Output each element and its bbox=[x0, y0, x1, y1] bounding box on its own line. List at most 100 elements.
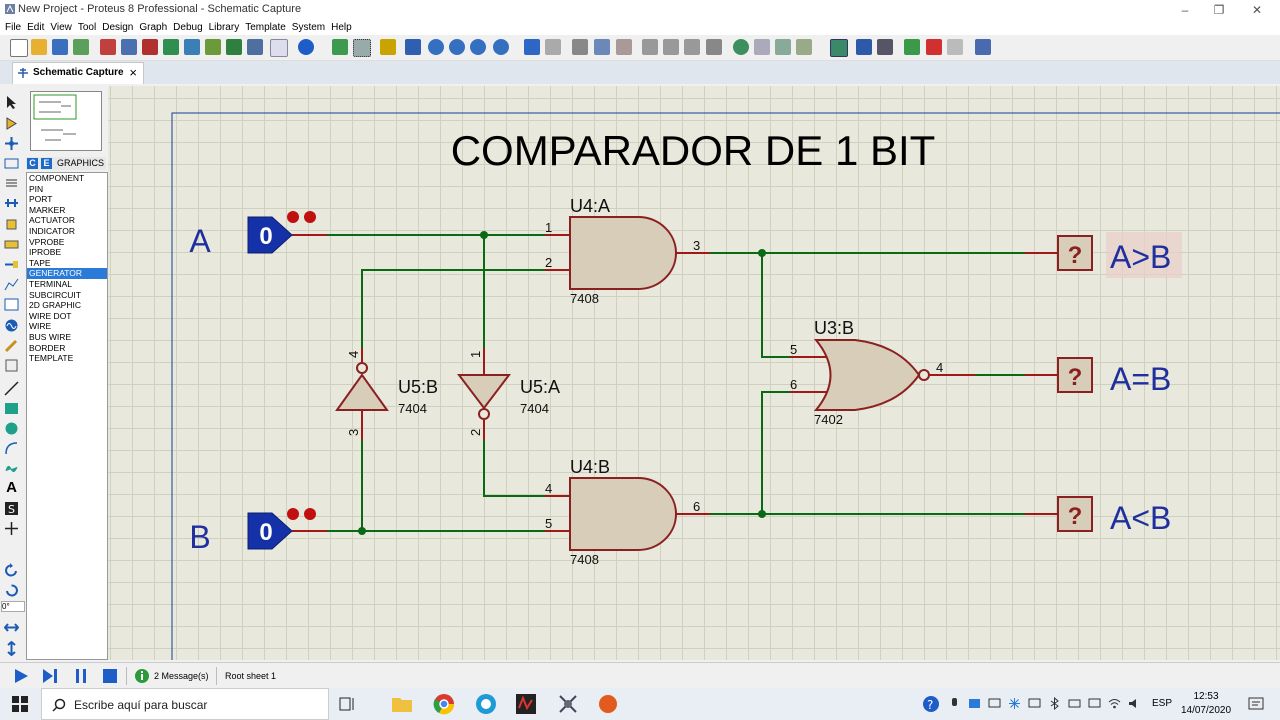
marker-tool-icon[interactable] bbox=[4, 521, 19, 536]
wire-nota-to-and[interactable] bbox=[483, 440, 545, 497]
tab-schematic-capture[interactable]: Schematic Capture × bbox=[12, 62, 144, 84]
import-icon[interactable] bbox=[73, 39, 89, 55]
overview-window[interactable] bbox=[30, 91, 102, 151]
goto-sheet-icon[interactable] bbox=[947, 39, 963, 55]
subcircuit-icon[interactable] bbox=[4, 217, 19, 232]
snowflake-icon[interactable] bbox=[1008, 697, 1021, 710]
menu-file[interactable]: File bbox=[5, 20, 21, 35]
rotate-anticlockwise-icon[interactable] bbox=[4, 583, 19, 598]
list-item[interactable]: PIN bbox=[27, 184, 107, 195]
list-item[interactable]: TAPE bbox=[27, 258, 107, 269]
menu-help[interactable]: Help bbox=[331, 20, 352, 35]
message-tray-icon[interactable] bbox=[1028, 697, 1041, 710]
path-tool-icon[interactable] bbox=[4, 461, 19, 476]
list-item[interactable]: IPROBE bbox=[27, 247, 107, 258]
onedrive-icon[interactable] bbox=[968, 697, 981, 710]
graph-mode-icon[interactable] bbox=[4, 277, 19, 292]
wire-to-nor-5[interactable] bbox=[761, 253, 790, 358]
close-tab-icon[interactable]: × bbox=[129, 65, 137, 80]
virtual-instruments-icon[interactable] bbox=[4, 358, 19, 373]
design-explorer-icon[interactable] bbox=[226, 39, 242, 55]
not-gate-u5a[interactable] bbox=[456, 374, 512, 420]
minimize-button[interactable]: – bbox=[1170, 2, 1200, 18]
microphone-icon[interactable] bbox=[948, 697, 961, 710]
bom-icon[interactable] bbox=[205, 39, 221, 55]
menu-tool[interactable]: Tool bbox=[78, 20, 96, 35]
generator-mode-icon[interactable] bbox=[4, 318, 19, 333]
list-item[interactable]: BORDER bbox=[27, 343, 107, 354]
menu-edit[interactable]: Edit bbox=[27, 20, 44, 35]
save-icon[interactable] bbox=[52, 39, 68, 55]
chrome-icon[interactable] bbox=[432, 692, 456, 716]
category-e-icon[interactable]: E bbox=[41, 158, 52, 169]
list-item[interactable]: PORT bbox=[27, 194, 107, 205]
proteus-taskbar-icon[interactable] bbox=[514, 692, 538, 716]
3d-view-icon[interactable] bbox=[184, 39, 200, 55]
refresh-icon[interactable] bbox=[332, 39, 348, 55]
maximize-button[interactable]: ❐ bbox=[1204, 2, 1234, 18]
new-file-icon[interactable] bbox=[10, 39, 28, 57]
wire-label-icon[interactable] bbox=[4, 156, 19, 171]
list-item[interactable]: VPROBE bbox=[27, 237, 107, 248]
paste-icon[interactable] bbox=[616, 39, 632, 55]
redo-icon[interactable] bbox=[545, 39, 561, 55]
voltage-probe-icon[interactable] bbox=[4, 338, 19, 353]
component-mode-icon[interactable] bbox=[4, 116, 19, 131]
list-item[interactable]: WIRE bbox=[27, 321, 107, 332]
gerber-icon[interactable] bbox=[163, 39, 179, 55]
make-device-icon[interactable] bbox=[754, 39, 770, 55]
block-rotate-icon[interactable] bbox=[684, 39, 700, 55]
file-explorer-icon[interactable] bbox=[390, 692, 414, 716]
junction-dot-icon[interactable] bbox=[4, 136, 19, 151]
grid-toggle-icon[interactable] bbox=[353, 39, 371, 57]
box-tool-icon[interactable] bbox=[4, 401, 19, 416]
line-tool-icon[interactable] bbox=[4, 381, 19, 396]
menu-debug[interactable]: Debug bbox=[173, 20, 202, 35]
block-delete-icon[interactable] bbox=[706, 39, 722, 55]
close-window-button[interactable]: ✕ bbox=[1242, 2, 1272, 18]
logic-probe-aeqb[interactable]: ? bbox=[1057, 357, 1093, 393]
list-item[interactable]: MARKER bbox=[27, 205, 107, 216]
netlist-icon[interactable] bbox=[975, 39, 991, 55]
block-move-icon[interactable] bbox=[663, 39, 679, 55]
generator-b[interactable]: 0 bbox=[247, 508, 316, 550]
selection-mode-icon[interactable] bbox=[4, 95, 19, 110]
pause-icon[interactable] bbox=[73, 668, 89, 684]
new-sheet-icon[interactable] bbox=[904, 39, 920, 55]
symbol-tool-icon[interactable]: S bbox=[4, 501, 19, 516]
terminals-icon[interactable] bbox=[4, 237, 19, 252]
pcb-icon[interactable] bbox=[142, 39, 158, 55]
volume-icon[interactable] bbox=[1128, 697, 1141, 710]
play-icon[interactable] bbox=[13, 668, 29, 684]
taskbar-search-box[interactable]: Escribe aquí para buscar bbox=[41, 688, 329, 720]
network-icon[interactable] bbox=[1068, 697, 1081, 710]
list-item[interactable]: WIRE DOT bbox=[27, 311, 107, 322]
zoom-all-icon[interactable] bbox=[470, 39, 486, 55]
logic-probe-agtb[interactable]: ? bbox=[1057, 235, 1093, 271]
device-pins-icon[interactable] bbox=[4, 257, 19, 272]
windows-start-icon[interactable] bbox=[12, 696, 28, 712]
and-gate-u4a[interactable] bbox=[569, 216, 677, 290]
list-item[interactable]: BUS WIRE bbox=[27, 332, 107, 343]
task-view-icon[interactable] bbox=[335, 692, 359, 716]
wifi-icon[interactable] bbox=[1108, 697, 1121, 710]
game-taskbar-icon[interactable] bbox=[596, 692, 620, 716]
menu-library[interactable]: Library bbox=[209, 20, 240, 35]
wire-notb-to-and[interactable] bbox=[361, 269, 545, 348]
copy-icon[interactable] bbox=[594, 39, 610, 55]
rotation-angle-field[interactable]: 0° bbox=[1, 601, 25, 612]
text-script-icon[interactable] bbox=[4, 176, 19, 191]
menu-template[interactable]: Template bbox=[245, 20, 286, 35]
list-item[interactable]: TERMINAL bbox=[27, 279, 107, 290]
stop-icon[interactable] bbox=[102, 668, 118, 684]
edge-icon[interactable] bbox=[474, 692, 498, 716]
mirror-vertical-icon[interactable] bbox=[4, 641, 19, 656]
nor-gate-u3b[interactable] bbox=[813, 339, 930, 411]
search-tag-icon[interactable] bbox=[856, 39, 872, 55]
list-item[interactable]: COMPONENT bbox=[27, 173, 107, 184]
mirror-horizontal-icon[interactable] bbox=[4, 620, 19, 635]
zoom-area-icon[interactable] bbox=[493, 39, 509, 55]
and-gate-u4b[interactable] bbox=[569, 477, 677, 551]
info-icon[interactable] bbox=[135, 669, 149, 683]
wire-autorouter-icon[interactable] bbox=[830, 39, 848, 57]
